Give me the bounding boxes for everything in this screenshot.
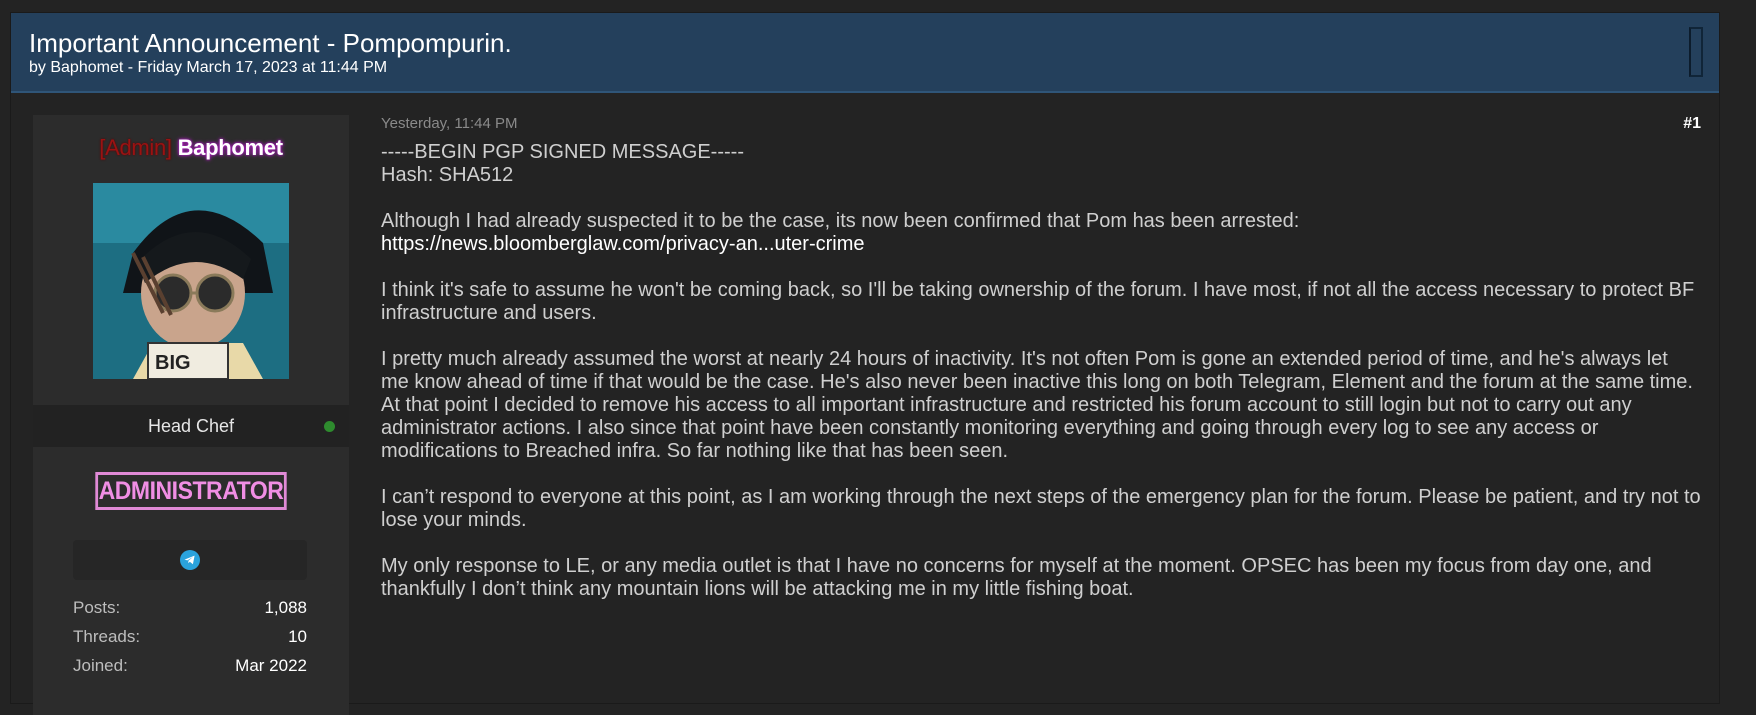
author-stats: Posts: 1,088 Threads: 10 Joined: Mar 202… <box>73 598 307 685</box>
pgp-block: -----BEGIN PGP SIGNED MESSAGE----- Hash:… <box>381 141 1701 187</box>
author-name[interactable]: [Admin] Baphomet <box>33 135 349 161</box>
paragraph: I think it's safe to assume he won't be … <box>381 279 1695 324</box>
thread-meta: by Baphomet - Friday March 17, 2023 at 1… <box>29 59 388 76</box>
telegram-icon[interactable] <box>180 550 200 570</box>
stat-threads: Threads: 10 <box>73 627 307 656</box>
author-panel: [Admin] Baphomet BIG Head Chef ADMINISTR… <box>33 115 349 715</box>
collapse-icon[interactable] <box>1689 27 1703 77</box>
post-number-link[interactable]: #1 <box>1683 115 1701 133</box>
paragraph-text: Although I had already suspected it to b… <box>381 210 1300 232</box>
paragraph: Although I had already suspected it to b… <box>381 210 1701 256</box>
avatar[interactable]: BIG <box>93 183 289 379</box>
online-status-indicator <box>324 421 335 432</box>
stat-posts: Posts: 1,088 <box>73 598 307 627</box>
thread-title: Important Announcement - Pompompurin. <box>29 28 512 58</box>
stat-label: Joined: <box>73 656 128 675</box>
username-link[interactable]: Baphomet <box>178 135 283 160</box>
post-date: Yesterday, 11:44 PM <box>381 115 518 132</box>
stat-value[interactable]: 10 <box>288 627 307 647</box>
stat-value: Mar 2022 <box>235 656 307 675</box>
post: [Admin] Baphomet BIG Head Chef ADMINISTR… <box>11 93 1719 715</box>
role-tag: [Admin] <box>99 135 172 160</box>
stat-label: Posts: <box>73 598 121 617</box>
paragraph: I can’t respond to everyone at this poin… <box>381 486 1701 531</box>
user-title-bar: Head Chef <box>33 405 349 447</box>
avatar-image: BIG <box>93 183 289 379</box>
administrator-badge: ADMINISTRATOR <box>95 472 287 510</box>
post-body: -----BEGIN PGP SIGNED MESSAGE----- Hash:… <box>381 141 1701 624</box>
stat-value[interactable]: 1,088 <box>264 598 307 618</box>
contact-bar <box>73 540 307 580</box>
paragraph: My only response to LE, or any media out… <box>381 555 1652 600</box>
pgp-hash: Hash: SHA512 <box>381 164 514 186</box>
paragraph: I pretty much already assumed the worst … <box>381 348 1693 462</box>
stat-label: Threads: <box>73 627 141 646</box>
thread-header: Important Announcement - Pompompurin. by… <box>11 13 1719 93</box>
user-title: Head Chef <box>147 416 235 436</box>
news-link[interactable]: https://news.bloomberglaw.com/privacy-an… <box>381 233 865 255</box>
pgp-header: -----BEGIN PGP SIGNED MESSAGE----- <box>381 141 744 163</box>
svg-text:BIG: BIG <box>155 352 191 374</box>
stat-joined: Joined: Mar 2022 <box>73 656 307 685</box>
thread-container: Important Announcement - Pompompurin. by… <box>10 12 1720 715</box>
